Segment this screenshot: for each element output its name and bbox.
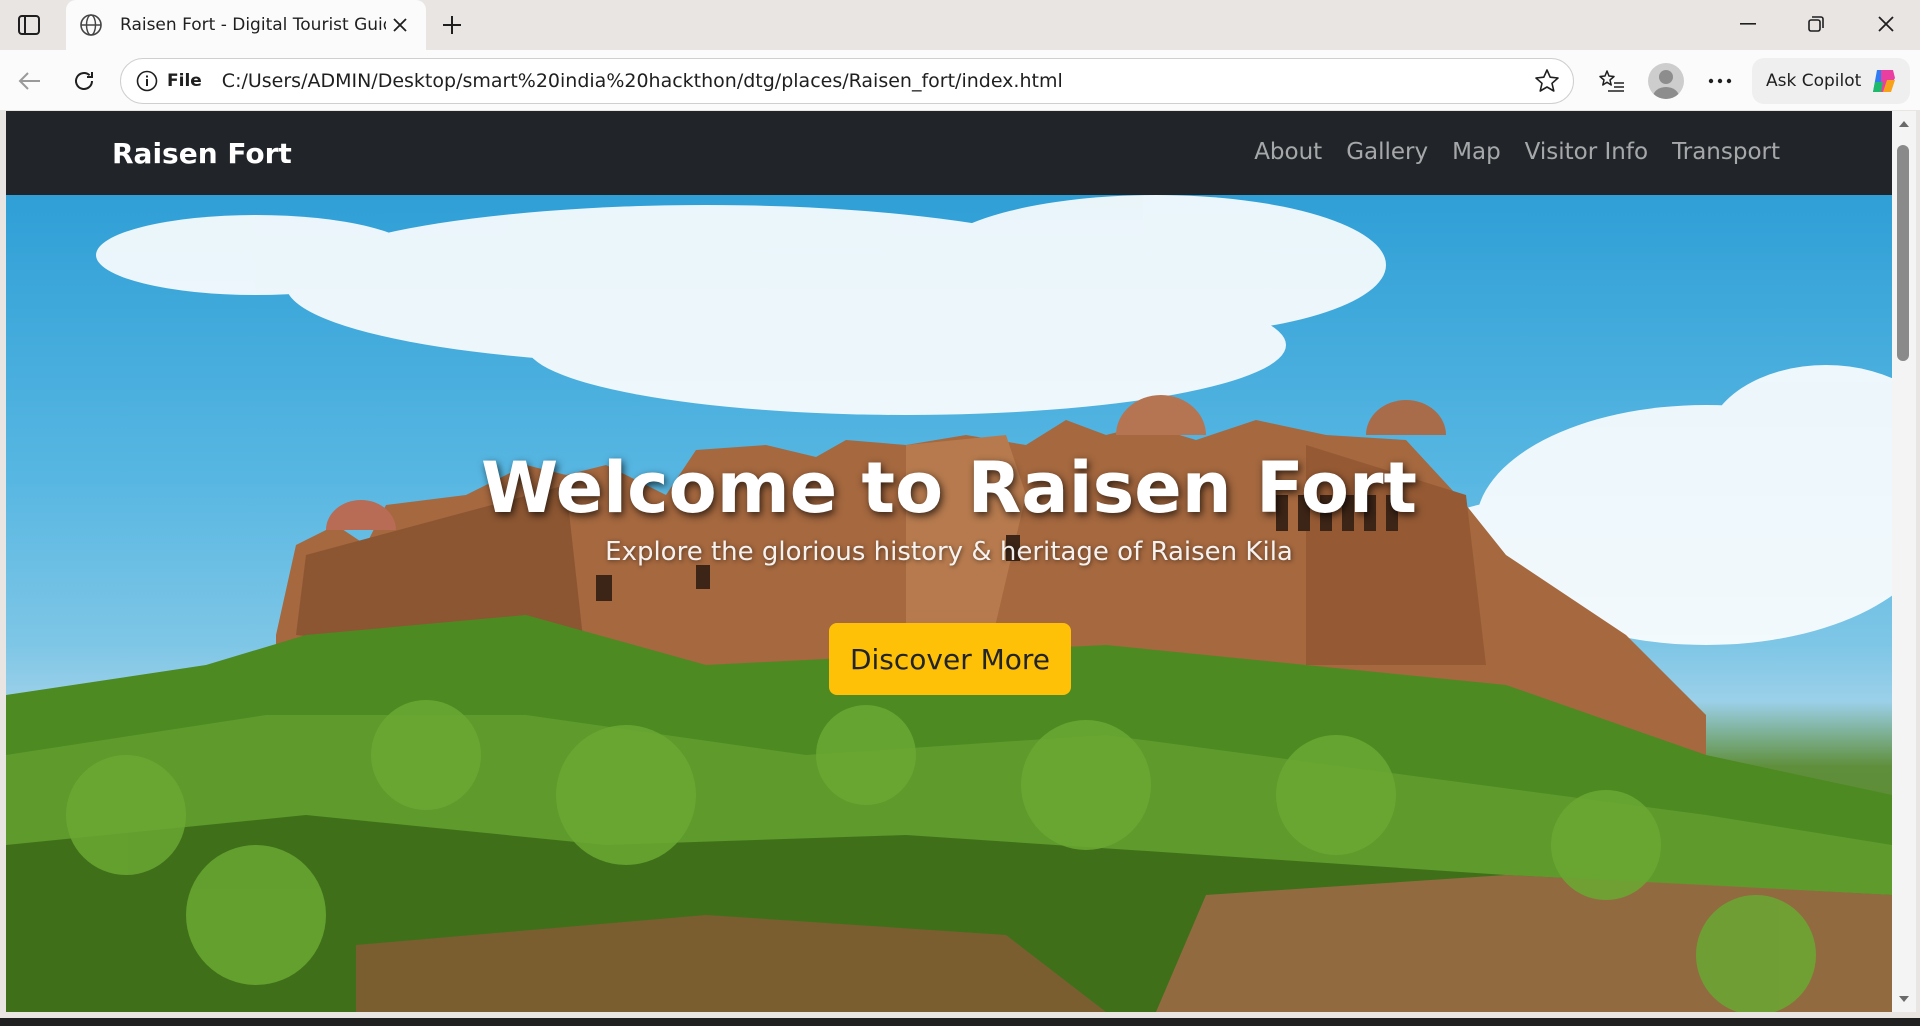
more-options-icon[interactable] bbox=[1700, 61, 1740, 101]
browser-tab[interactable]: Raisen Fort - Digital Tourist Guider bbox=[66, 0, 426, 50]
new-tab-icon[interactable] bbox=[436, 10, 468, 40]
hero-section: Welcome to Raisen Fort Explore the glori… bbox=[6, 195, 1892, 1012]
nav-link-map[interactable]: Map bbox=[1452, 139, 1501, 165]
page-scrollbar[interactable] bbox=[1892, 111, 1916, 1012]
page-viewport: Raisen Fort About Gallery Map Visitor In… bbox=[6, 111, 1892, 1012]
tab-strip: Raisen Fort - Digital Tourist Guider bbox=[0, 0, 1920, 50]
copilot-label: Ask Copilot bbox=[1766, 71, 1862, 91]
refresh-icon[interactable] bbox=[64, 61, 104, 101]
scroll-down-arrow-icon[interactable] bbox=[1896, 992, 1912, 1006]
nav-link-transport[interactable]: Transport bbox=[1672, 139, 1780, 165]
hero-title: Welcome to Raisen Fort bbox=[480, 447, 1417, 529]
scroll-up-arrow-icon[interactable] bbox=[1896, 117, 1912, 131]
favorite-star-icon[interactable] bbox=[1527, 61, 1567, 101]
globe-icon bbox=[76, 10, 106, 40]
url-scheme-label: File bbox=[167, 71, 202, 91]
profile-avatar[interactable] bbox=[1648, 63, 1684, 99]
site-brand[interactable]: Raisen Fort bbox=[112, 137, 292, 170]
info-icon[interactable] bbox=[133, 67, 161, 95]
tab-actions-icon[interactable] bbox=[14, 12, 44, 38]
favorites-list-icon[interactable] bbox=[1592, 61, 1632, 101]
ask-copilot-button[interactable]: Ask Copilot bbox=[1752, 58, 1910, 104]
nav-links: About Gallery Map Visitor Info Transport bbox=[1254, 139, 1780, 165]
scrollbar-thumb[interactable] bbox=[1897, 145, 1909, 361]
site-navbar: Raisen Fort About Gallery Map Visitor In… bbox=[6, 111, 1892, 195]
minimize-icon[interactable] bbox=[1720, 6, 1776, 42]
address-bar[interactable]: File C:/Users/ADMIN/Desktop/smart%20indi… bbox=[120, 58, 1574, 104]
discover-more-button[interactable]: Discover More bbox=[829, 623, 1071, 695]
nav-link-gallery[interactable]: Gallery bbox=[1346, 139, 1428, 165]
restore-icon[interactable] bbox=[1788, 6, 1844, 42]
close-window-icon[interactable] bbox=[1858, 6, 1914, 42]
copilot-icon bbox=[1873, 70, 1896, 92]
close-tab-icon[interactable] bbox=[386, 11, 414, 39]
url-text[interactable]: C:/Users/ADMIN/Desktop/smart%20india%20h… bbox=[222, 70, 1527, 92]
nav-link-visitor-info[interactable]: Visitor Info bbox=[1525, 139, 1648, 165]
hero-fort-image bbox=[6, 195, 1892, 1012]
tab-title: Raisen Fort - Digital Tourist Guider bbox=[120, 15, 386, 35]
back-icon[interactable] bbox=[10, 61, 50, 101]
hero-subtitle: Explore the glorious history & heritage … bbox=[605, 537, 1293, 567]
browser-toolbar: File C:/Users/ADMIN/Desktop/smart%20indi… bbox=[0, 50, 1920, 110]
taskbar-edge bbox=[0, 1018, 1920, 1026]
nav-link-about[interactable]: About bbox=[1254, 139, 1322, 165]
